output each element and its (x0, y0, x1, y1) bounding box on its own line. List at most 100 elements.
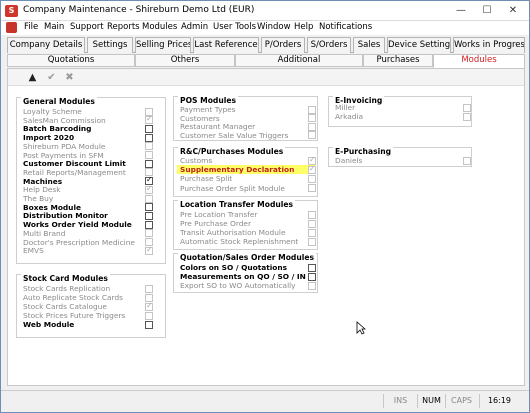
tab-device-settings[interactable]: Device Settings (387, 37, 451, 53)
stock-card-module-label: Stock Cards Replication (23, 284, 111, 293)
pos-module-checkbox[interactable] (308, 105, 316, 114)
general-module-checkbox[interactable] (145, 151, 153, 159)
location-transfer-module-checkbox[interactable] (308, 237, 316, 246)
tab-company-details[interactable]: Company Details (7, 37, 85, 53)
tab-last-reference[interactable]: Last Reference (193, 37, 259, 53)
group-title: Quotation/Sales Order Modules (178, 253, 317, 262)
general-module-checkbox[interactable] (145, 114, 153, 125)
e-invoicing-module-checkbox[interactable] (463, 112, 471, 121)
tab-sorders[interactable]: S/Orders (307, 37, 351, 53)
rc-purchases-module-label: Supplementary Declaration (177, 165, 315, 175)
general-module-checkbox[interactable] (145, 245, 153, 255)
rc-purchases-module-checkbox[interactable] (308, 174, 316, 183)
status-ins: INS (383, 394, 417, 408)
quotation-sales-order-module-checkbox[interactable] (308, 272, 316, 281)
menu-bar: File Main Support Reports Modules Admin … (1, 21, 529, 35)
general-module-checkbox[interactable] (145, 184, 153, 194)
pos-modules-group: POS Modules Payment Types Customers Restau… (173, 96, 318, 141)
location-transfer-module-label: Transit Authorisation Module (180, 228, 286, 237)
stock-card-module-checkbox[interactable] (145, 284, 153, 293)
rc-purchases-module-checkbox[interactable] (308, 164, 316, 174)
stock-card-module-checkbox[interactable] (145, 311, 153, 320)
move-up-icon[interactable]: ▲ (26, 71, 39, 84)
menu-file[interactable]: File (24, 22, 38, 32)
tab-additional[interactable]: Additional (235, 54, 363, 67)
location-transfer-module-checkbox[interactable] (308, 219, 316, 228)
app-icon: S (5, 5, 18, 17)
window-title: Company Maintenance - Shireburn Demo Ltd… (23, 5, 255, 15)
tab-modules[interactable]: Modules (433, 54, 525, 68)
pos-module-label: Customer Sale Value Triggers (180, 130, 289, 140)
confirm-icon[interactable]: ✔ (45, 71, 58, 84)
quotation-sales-order-module-checkbox[interactable] (308, 263, 316, 272)
tab-row-primary: Company Details Settings Selling Prices … (7, 37, 525, 53)
menu-window[interactable]: Window (257, 22, 291, 32)
quotation-sales-order-module-label: Measurements on QO / SO / IN (180, 272, 306, 281)
tab-selling-prices[interactable]: Selling Prices (135, 37, 191, 53)
quotation-sales-order-module-checkbox[interactable] (308, 281, 316, 290)
group-title: E-Purchasing (333, 147, 394, 156)
general-module-checkbox[interactable] (145, 142, 153, 151)
general-module-label: Multi Brand (23, 228, 66, 238)
pos-module-checkbox[interactable] (308, 131, 316, 140)
rc-purchases-module-label: Purchase Order Split Module (180, 183, 285, 193)
menu-main[interactable]: Main (44, 22, 64, 32)
pos-module-checkbox[interactable] (308, 114, 316, 123)
menu-help[interactable]: Help (294, 22, 313, 32)
general-module-checkbox[interactable] (145, 229, 153, 238)
stock-card-module-checkbox[interactable] (145, 301, 153, 311)
tab-settings[interactable]: Settings (87, 37, 133, 53)
location-transfer-module-label: Automatic Stock Replenishment (180, 237, 299, 246)
tab-others[interactable]: Others (135, 54, 235, 67)
status-caps: CAPS (445, 394, 477, 408)
minimize-button[interactable]: — (449, 2, 473, 19)
tab-porders[interactable]: P/Orders (261, 37, 305, 53)
status-time: 16:19 (479, 394, 519, 408)
tab-purchases[interactable]: Purchases (363, 54, 433, 67)
general-module-checkbox[interactable] (145, 159, 153, 168)
close-button[interactable]: ✕ (501, 2, 525, 19)
menu-admin[interactable]: Admin (181, 22, 208, 32)
e-purchasing-group: E-Purchasing Daniels (328, 147, 472, 167)
general-module-label: Doctor's Prescription Medicine (23, 237, 135, 247)
e-invoicing-module-checkbox[interactable] (463, 103, 471, 112)
e-purchasing-module-checkbox[interactable] (463, 156, 471, 165)
tab-row-secondary: Quotations Others Additional Purchases M… (7, 54, 525, 68)
general-module-label: EMVS (23, 246, 44, 256)
location-transfer-module-checkbox[interactable] (308, 228, 316, 237)
rc-purchases-module-checkbox[interactable] (308, 184, 316, 193)
status-bar: INS NUM CAPS 16:19 (1, 390, 529, 412)
menu-reports[interactable]: Reports (107, 22, 140, 32)
pos-module-checkbox[interactable] (308, 122, 316, 131)
general-module-label: Batch Barcoding (23, 124, 92, 134)
menu-modules[interactable]: Modules (142, 22, 177, 32)
stock-card-module-checkbox[interactable] (145, 320, 153, 329)
menu-user-tools[interactable]: User Tools (213, 22, 256, 32)
general-module-checkbox[interactable] (145, 133, 153, 142)
stock-card-module-label: Web Module (23, 320, 75, 329)
general-module-label: Post Payments in SFM (23, 150, 104, 160)
e-invoicing-module-label: Arkadia (335, 112, 364, 121)
maximize-button[interactable]: ☐ (475, 2, 499, 19)
menu-notifications[interactable]: Notifications (319, 22, 372, 32)
general-module-checkbox[interactable] (145, 194, 153, 203)
tab-sales[interactable]: Sales (353, 37, 385, 53)
app-window: S Company Maintenance - Shireburn Demo L… (0, 0, 530, 413)
location-transfer-module-checkbox[interactable] (308, 210, 316, 219)
modules-panel: ▲ ✔ ✖ General Modules Loyalty Scheme Sale… (7, 68, 525, 386)
e-invoicing-module-label: Miller (335, 103, 356, 112)
app-menu-icon[interactable] (6, 22, 17, 33)
stock-card-modules-group: Stock Card Modules Stock Cards Replicati… (16, 274, 166, 338)
general-module-label: Machines (23, 176, 63, 186)
general-module-label: Distribution Monitor (23, 211, 108, 221)
general-module-checkbox[interactable] (145, 124, 153, 133)
tab-works-in-progress[interactable]: Works in Progress (453, 37, 525, 53)
general-module-label: Customer Discount Limit (23, 159, 126, 169)
general-module-checkbox[interactable] (145, 203, 153, 212)
title-bar: S Company Maintenance - Shireburn Demo L… (1, 1, 529, 21)
general-module-checkbox[interactable] (145, 211, 153, 220)
general-module-checkbox[interactable] (145, 220, 153, 229)
menu-support[interactable]: Support (70, 22, 104, 32)
cancel-icon[interactable]: ✖ (63, 71, 76, 84)
tab-quotations[interactable]: Quotations (7, 54, 135, 67)
